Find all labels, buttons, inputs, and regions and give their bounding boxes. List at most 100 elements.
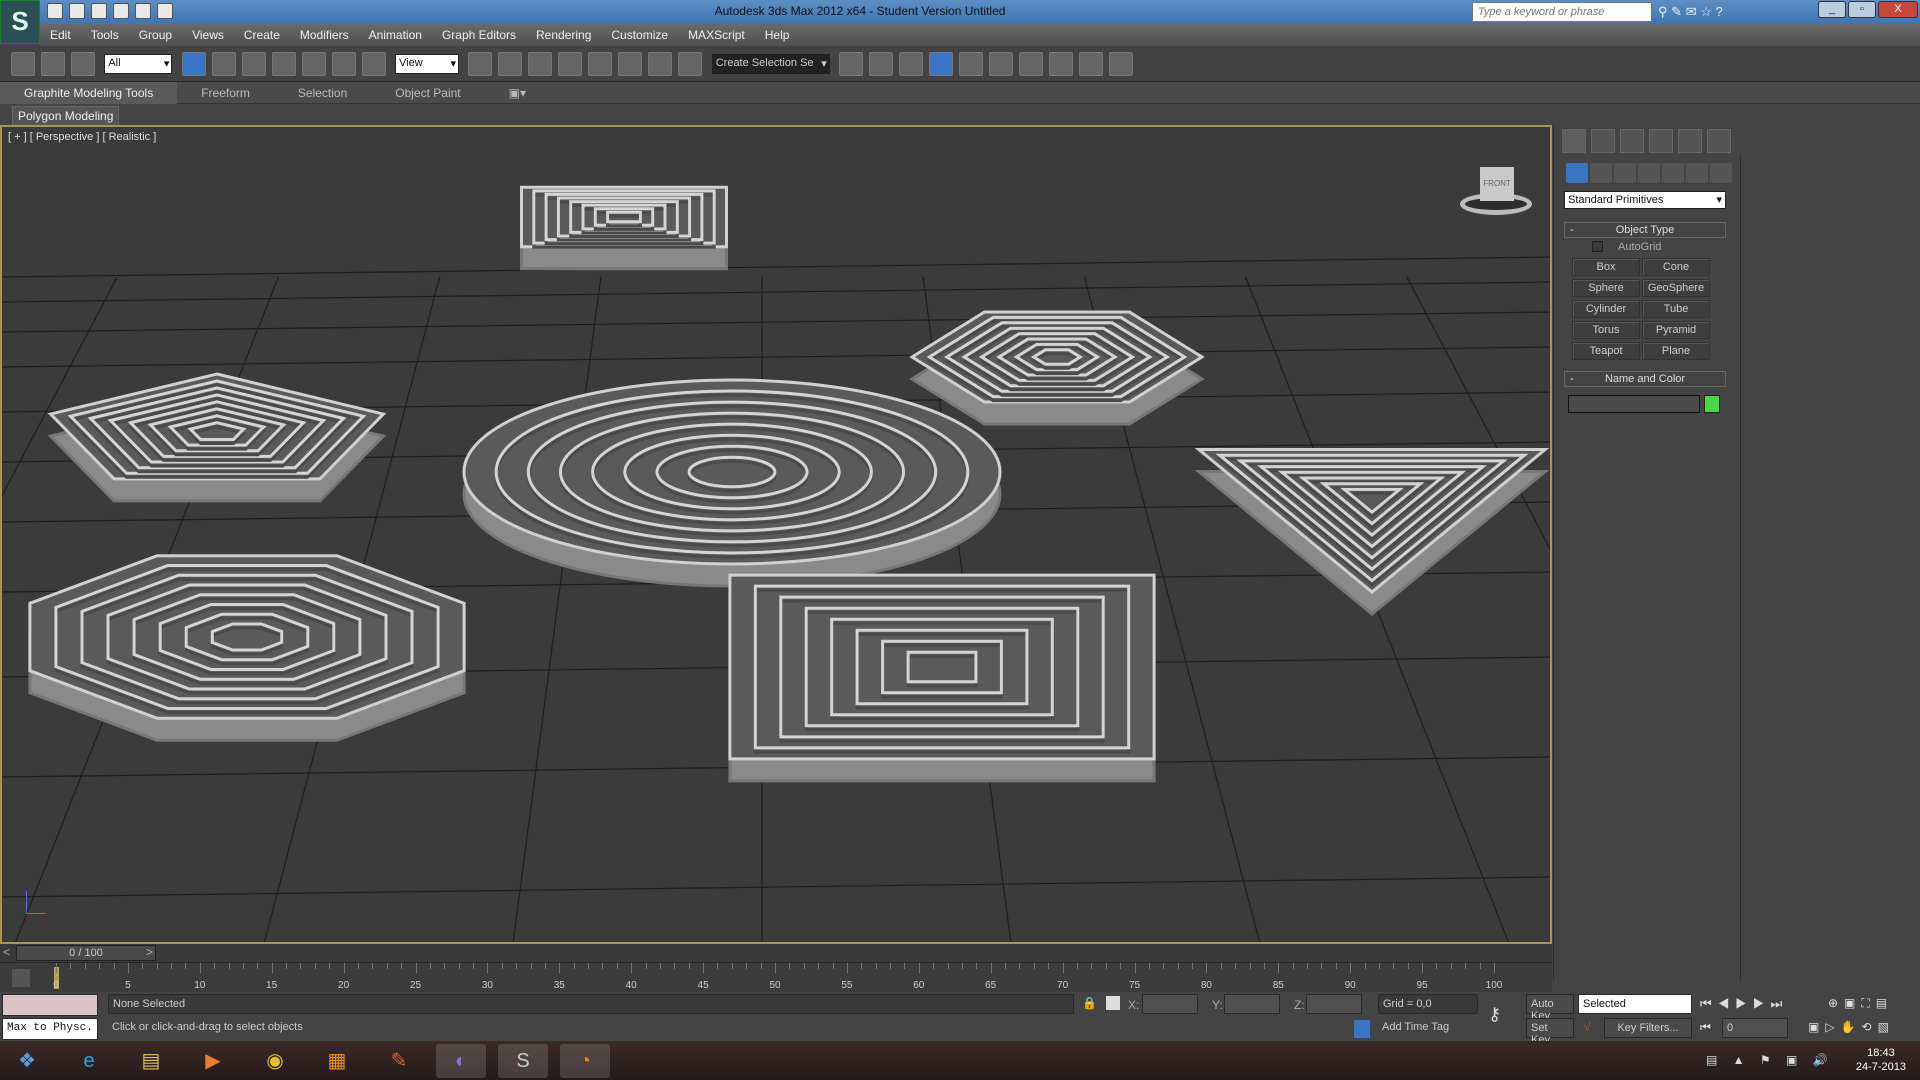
hierarchy-icon[interactable] [1620,129,1644,153]
key-icon[interactable]: ✎ [1671,4,1682,19]
edit-named-selection-icon[interactable] [678,52,703,76]
binoculars-icon[interactable]: ⚲ [1658,4,1668,19]
cameras-icon[interactable] [1638,163,1660,183]
viewcube-front-face[interactable]: FRONT [1480,167,1514,201]
select-manipulate-icon[interactable] [498,52,523,76]
ribbon-options-icon[interactable]: ▣▾ [485,82,550,104]
viewport-label[interactable]: [ + ] [ Perspective ] [ Realistic ] [8,131,156,143]
perspective-viewport[interactable]: [ + ] [ Perspective ] [ Realistic ] FRON… [0,125,1552,944]
menu-maxscript[interactable]: MAXScript [678,24,755,46]
absolute-mode-icon[interactable] [1106,996,1120,1010]
select-by-name-icon[interactable] [211,52,236,76]
object-type-rollout-header[interactable]: - Object Type [1564,222,1726,238]
key-mode-dropdown[interactable]: Selected [1578,994,1692,1014]
track-bar[interactable]: 0 5 10 15 20 25 30 35 40 45 50 55 60 65 70 75 80 85 90 95 10… [0,962,1552,992]
primitive-sphere-button[interactable]: Sphere [1572,279,1640,297]
primitive-plane-button[interactable]: Plane [1642,342,1710,360]
playback-controls[interactable]: ⏮◀▶▶⏭ [1700,996,1788,1012]
blender-icon[interactable]: ◔ [560,1044,610,1078]
menu-help[interactable]: Help [755,24,800,46]
menu-modifiers[interactable]: Modifiers [290,24,359,46]
menu-create[interactable]: Create [234,24,290,46]
minimize-button[interactable]: _ [1818,1,1846,18]
torrent-icon[interactable]: ◐ [436,1044,486,1078]
curve-editor-icon[interactable] [959,52,984,76]
curve-editor-toggle-icon[interactable] [12,969,30,987]
menu-views[interactable]: Views [182,24,234,46]
system-tray-icons[interactable]: ▤ ▲ ⚑ ▣ 🔊 [1706,1053,1834,1067]
helpers-icon[interactable] [1662,163,1684,183]
time-slider-thumb[interactable]: 0 / 100 [16,945,156,961]
media-player-icon[interactable]: ▶ [188,1044,238,1078]
tab-graphite-modeling-tools[interactable]: Graphite Modeling Tools [0,82,178,104]
unlink-icon[interactable] [41,52,65,76]
utilities-icon[interactable] [1707,129,1731,153]
autogrid-checkbox[interactable] [1592,241,1603,252]
rotate-icon[interactable] [331,52,356,76]
rendered-frame-icon[interactable] [1079,52,1104,76]
menu-group[interactable]: Group [129,24,182,46]
mirror-pivot-icon[interactable] [468,52,493,76]
viewcube[interactable]: FRONT [1460,163,1532,219]
chrome-icon[interactable]: ◉ [250,1044,300,1078]
viewport-navigation-controls[interactable]: ⊕▣⛶▤ [1828,996,1893,1011]
lock-selection-icon[interactable]: 🔒 [1082,996,1097,1010]
primitive-box-button[interactable]: Box [1572,258,1640,276]
primitive-teapot-button[interactable]: Teapot [1572,342,1640,360]
set-key-button[interactable]: Set Key [1526,1018,1574,1046]
rect-selection-icon[interactable] [241,52,266,76]
menu-customize[interactable]: Customize [601,24,678,46]
app-menu-button[interactable]: S [0,0,40,44]
render-setup-icon[interactable] [1049,52,1074,76]
file-explorer-icon[interactable]: ▤ [126,1044,176,1078]
create-icon[interactable] [1562,129,1586,153]
current-frame-input[interactable]: 0 [1722,1018,1788,1038]
key-mode-toggle-icon[interactable]: ⏮ [1700,1020,1711,1035]
tab-freeform[interactable]: Freeform [177,82,274,104]
key-filters-button[interactable]: Key Filters... [1604,1018,1692,1038]
x-coordinate-input[interactable] [1142,994,1198,1014]
maxscript-mini-listener[interactable]: Max to Physc. [2,1018,98,1040]
primitive-geosphere-button[interactable]: GeoSphere [1642,279,1710,297]
reference-coordinate-dropdown[interactable]: View [395,54,460,74]
primitive-cylinder-button[interactable]: Cylinder [1572,300,1640,318]
maxscript-listener-top[interactable] [2,994,98,1016]
primitive-cone-button[interactable]: Cone [1642,258,1710,276]
primitive-torus-button[interactable]: Torus [1572,321,1640,339]
primitive-pyramid-button[interactable]: Pyramid [1642,321,1710,339]
menu-graph-editors[interactable]: Graph Editors [432,24,526,46]
help-icon[interactable]: ? [1716,4,1723,19]
viewport-navigation-controls-2[interactable]: ▣▷✋⟲▧ [1808,1020,1895,1034]
system-clock[interactable]: 18:43 24-7-2013 [1856,1046,1906,1074]
systems-icon[interactable] [1710,163,1732,183]
app-orange-icon[interactable]: ▦ [312,1044,362,1078]
menu-animation[interactable]: Animation [359,24,432,46]
start-button[interactable]: ❖ [2,1044,52,1078]
snap-3d-icon[interactable] [558,52,583,76]
link-icon[interactable] [11,52,35,76]
name-color-rollout-header[interactable]: - Name and Color [1564,371,1726,387]
search-input[interactable]: Type a keyword or phrase [1472,2,1652,22]
time-slider-next[interactable]: > [146,945,153,959]
motion-icon[interactable] [1649,129,1673,153]
y-coordinate-input[interactable] [1224,994,1280,1014]
scene-canvas[interactable] [2,127,1552,944]
time-tag-icon[interactable] [1354,1020,1370,1038]
menu-tools[interactable]: Tools [81,24,129,46]
scale-icon[interactable] [361,52,386,76]
geometry-icon[interactable] [1566,163,1588,183]
move-icon[interactable] [301,52,326,76]
render-production-icon[interactable] [1109,52,1134,76]
tab-selection[interactable]: Selection [274,82,371,104]
time-slider-prev[interactable]: < [3,945,10,959]
primitive-tube-button[interactable]: Tube [1642,300,1710,318]
z-coordinate-input[interactable] [1306,994,1362,1014]
select-object-icon[interactable] [181,52,206,76]
lights-icon[interactable] [1614,163,1636,183]
display-icon[interactable] [1678,129,1702,153]
maximize-button[interactable]: ▫ [1848,1,1876,18]
auto-key-button[interactable]: Auto Key [1526,994,1574,1022]
object-name-input[interactable] [1568,395,1700,413]
material-editor-icon[interactable] [1019,52,1044,76]
add-time-tag-button[interactable]: Add Time Tag [1378,1018,1478,1038]
